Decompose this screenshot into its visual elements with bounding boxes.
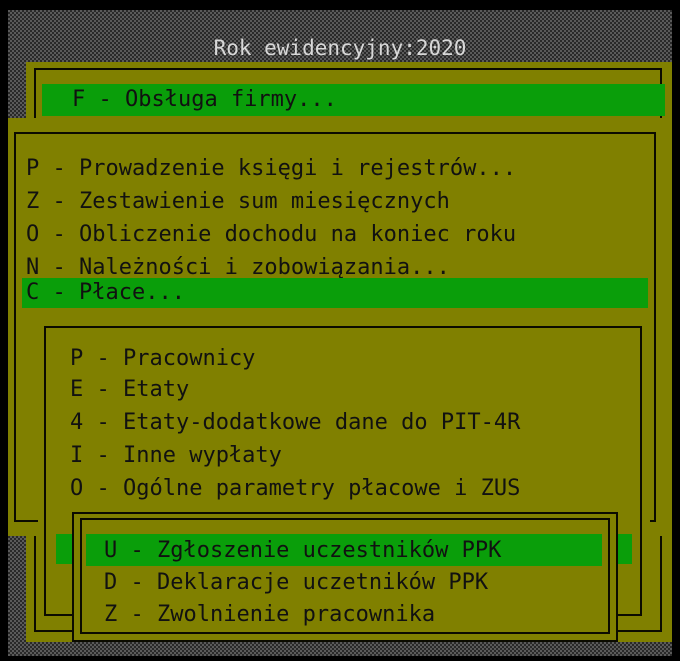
menu-item-inne-wyplaty[interactable]: I - Inne wypłaty [70,439,282,472]
menu-item-ogolne-parametry[interactable]: O - Ogólne parametry płacowe i ZUS [70,472,520,505]
menu-item-pracownicy[interactable]: P - Pracownicy [70,342,255,375]
menu-item-obliczenie-dochodu[interactable]: O - Obliczenie dochodu na koniec roku [26,218,516,251]
menu-item-deklaracje-ppk[interactable]: D - Deklaracje uczetników PPK [104,566,488,599]
menu-item-etaty[interactable]: E - Etaty [70,373,189,406]
window-title: Rok ewidencyjny:2020 [213,36,467,60]
ppk-menu-panel: U - Zgłoszenie uczestników PPK D - Dekla… [72,512,618,642]
menu-item-place[interactable]: C - Płace... [26,276,185,309]
menu-item-etaty-dodatkowe[interactable]: 4 - Etaty-dodatkowe dane do PIT-4R [70,406,520,439]
menu-item-zgloszenie-ppk[interactable]: U - Zgłoszenie uczestników PPK [104,534,501,567]
menu-item-prowadzenie-ksiegi[interactable]: P - Prowadzenie księgi i rejestrów... [26,152,516,185]
top-menu-selected-row[interactable]: F - Obsługa firmy... [42,84,665,116]
menu-item-zestawienie-sum[interactable]: Z - Zestawienie sum miesięcznych [26,185,450,218]
menu-item-zwolnienie-pracownika[interactable]: Z - Zwolnienie pracownika [104,598,435,631]
menu-item-obsluga-firmy[interactable]: F - Obsługa firmy... [72,84,337,117]
